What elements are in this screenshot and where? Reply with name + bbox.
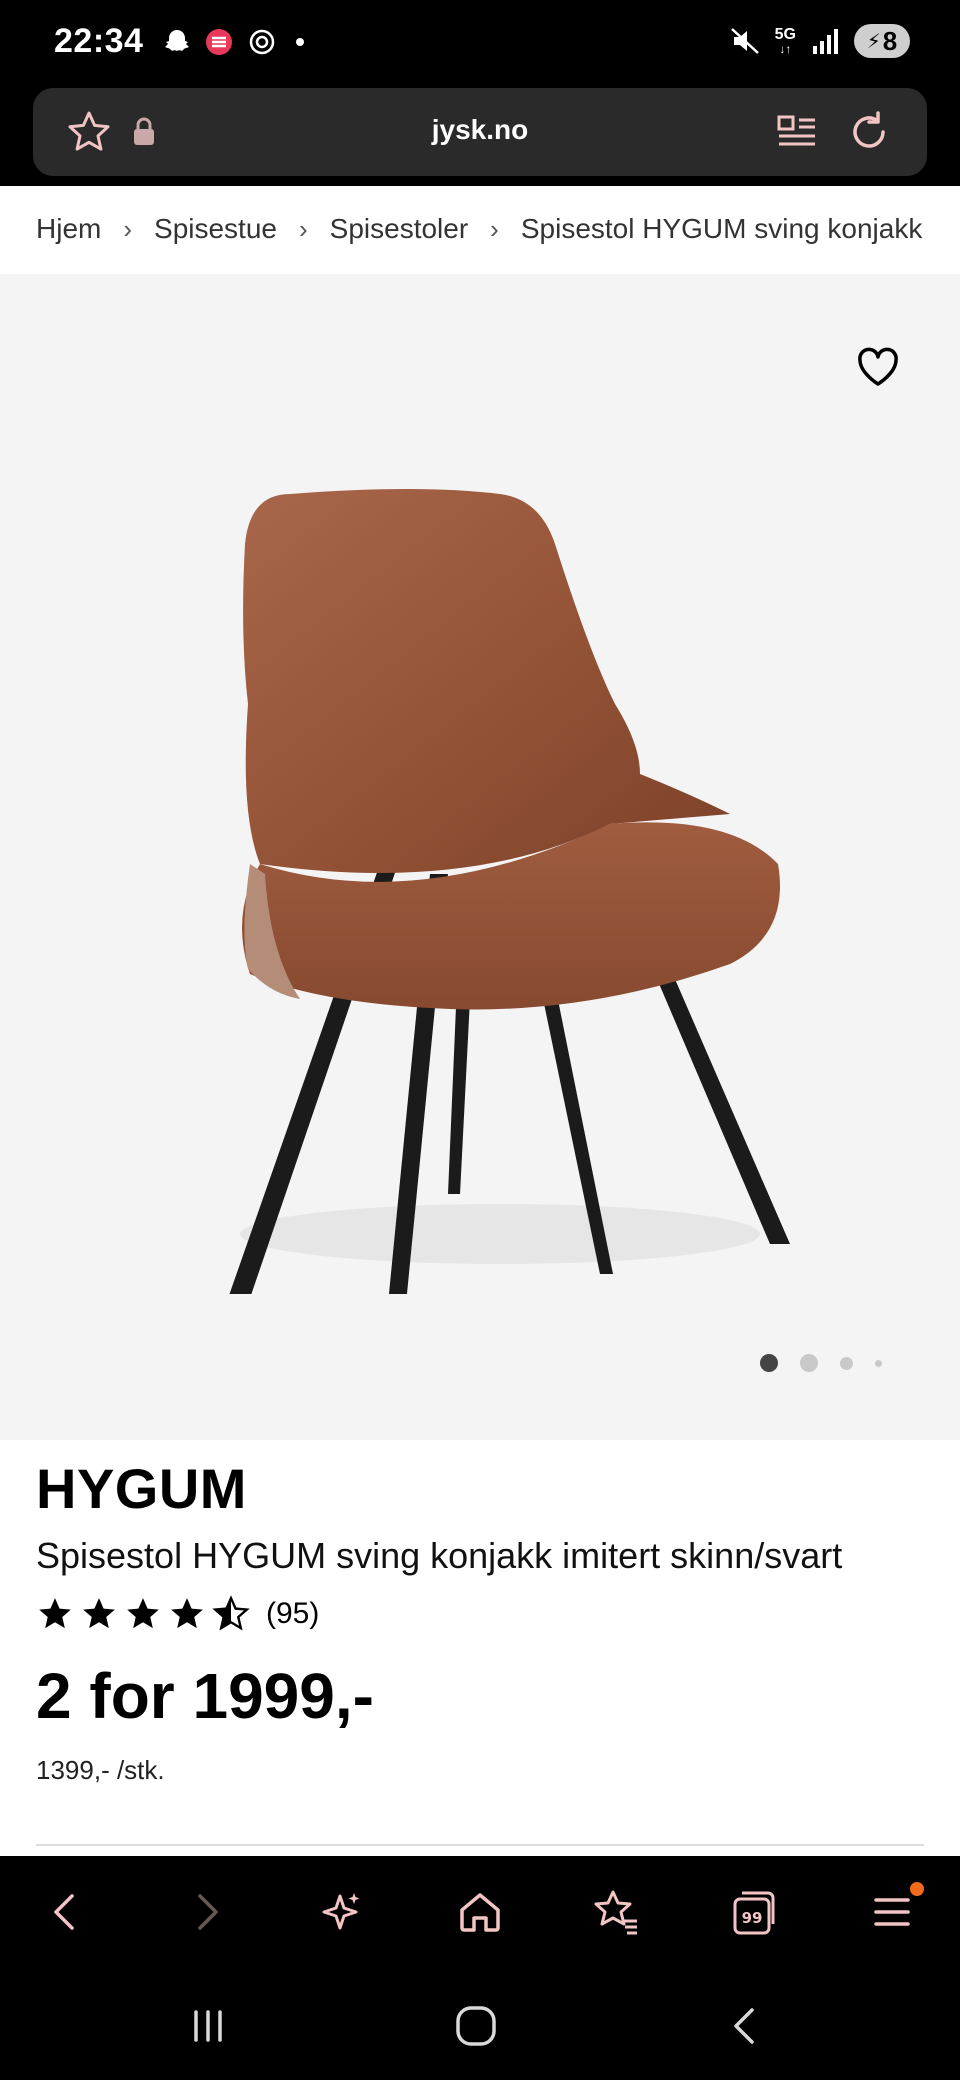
signal-icon bbox=[813, 29, 838, 54]
chevron-right-icon: › bbox=[298, 213, 308, 244]
chevron-right-icon: › bbox=[490, 213, 499, 244]
browser-toolbar: 99 bbox=[0, 1856, 960, 1968]
status-time: 22:34 bbox=[54, 22, 144, 60]
battery-icon: ⚡ 8 bbox=[854, 24, 910, 58]
network-label: 5G bbox=[774, 26, 796, 43]
breadcrumb-item-current[interactable]: Spisestol HYGUM sving konjakk bbox=[521, 213, 922, 245]
recents-button[interactable] bbox=[176, 1994, 240, 2058]
dot-icon bbox=[296, 38, 304, 46]
product-brand: HYGUM bbox=[36, 1457, 247, 1520]
bookmarks-icon bbox=[594, 1890, 637, 1935]
tab-count: 99 bbox=[742, 1909, 763, 1927]
breadcrumb-item-hjem[interactable]: Hjem bbox=[36, 213, 101, 245]
reload-icon[interactable] bbox=[845, 108, 893, 156]
carousel-dot[interactable] bbox=[875, 1359, 882, 1367]
carousel-dot[interactable] bbox=[840, 1356, 853, 1370]
battery-level: 8 bbox=[882, 25, 898, 56]
home-button[interactable] bbox=[446, 1878, 514, 1946]
tabs-button[interactable]: 99 bbox=[720, 1878, 788, 1946]
back-icon bbox=[734, 2008, 754, 2044]
product-image[interactable] bbox=[170, 394, 810, 1294]
star-icon bbox=[127, 1598, 159, 1629]
sparkle-icon bbox=[322, 1893, 360, 1930]
address-bar[interactable]: jysk.no bbox=[33, 88, 927, 176]
review-count[interactable]: (95) bbox=[266, 1597, 319, 1631]
product-name: Spisestol HYGUM sving konjakk imitert sk… bbox=[36, 1535, 843, 1576]
notification-dot bbox=[910, 1882, 924, 1896]
carousel-indicator[interactable] bbox=[760, 1354, 882, 1372]
back-icon bbox=[54, 1894, 74, 1930]
page-content: Hjem › Spisestue › Spisestoler › Spisest… bbox=[0, 186, 960, 1856]
star-icon bbox=[39, 1598, 71, 1629]
product-gallery[interactable] bbox=[0, 274, 960, 1440]
forward-button[interactable] bbox=[172, 1878, 240, 1946]
product-price: 2 for 1999,- bbox=[36, 1660, 374, 1732]
heart-icon[interactable] bbox=[855, 344, 901, 390]
product-info: HYGUM Spisestol HYGUM sving konjakk imit… bbox=[36, 1456, 926, 1786]
menu-button[interactable] bbox=[858, 1878, 926, 1946]
system-back-button[interactable] bbox=[714, 1994, 778, 2058]
tabs-icon: 99 bbox=[733, 1891, 775, 1935]
browser-bar: jysk.no bbox=[0, 88, 960, 186]
assistant-button[interactable] bbox=[308, 1878, 376, 1946]
breadcrumb-item-spisestue[interactable]: Spisestue bbox=[154, 213, 277, 245]
star-icon bbox=[171, 1598, 203, 1629]
mute-icon bbox=[730, 28, 759, 54]
status-bar: 22:34 5G ↓↑ ⚡ 8 bbox=[0, 0, 960, 88]
system-home-button[interactable] bbox=[444, 1994, 508, 2058]
unit-price: 1399,- /stk. bbox=[36, 1755, 165, 1785]
star-half-icon bbox=[212, 1595, 250, 1631]
chevron-right-icon: › bbox=[123, 213, 133, 244]
breadcrumb-item-spisestoler[interactable]: Spisestoler bbox=[330, 213, 469, 245]
section-divider bbox=[36, 1844, 924, 1846]
star-icon bbox=[83, 1598, 115, 1629]
carousel-dot-active[interactable] bbox=[760, 1354, 778, 1372]
menu-icon bbox=[874, 1898, 910, 1926]
back-button[interactable] bbox=[32, 1878, 100, 1946]
snapchat-icon bbox=[165, 30, 189, 51]
app-icon bbox=[206, 29, 232, 55]
star-rating bbox=[36, 1595, 250, 1633]
reader-icon[interactable] bbox=[775, 108, 819, 156]
home-icon bbox=[460, 1893, 500, 1932]
breadcrumb: Hjem › Spisestue › Spisestoler › Spisest… bbox=[36, 204, 922, 254]
openai-icon bbox=[249, 29, 275, 55]
system-icons: 5G ↓↑ ⚡ 8 bbox=[729, 24, 910, 58]
network-icon: 5G ↓↑ bbox=[774, 26, 796, 56]
system-navbar bbox=[0, 1968, 960, 2080]
notification-icons bbox=[162, 26, 310, 58]
recents-icon bbox=[194, 2010, 222, 2042]
rating-row[interactable]: (95) bbox=[36, 1595, 926, 1633]
bookmarks-button[interactable] bbox=[582, 1878, 650, 1946]
forward-icon bbox=[198, 1894, 218, 1930]
carousel-dot[interactable] bbox=[800, 1354, 818, 1372]
home-icon bbox=[456, 2006, 496, 2046]
